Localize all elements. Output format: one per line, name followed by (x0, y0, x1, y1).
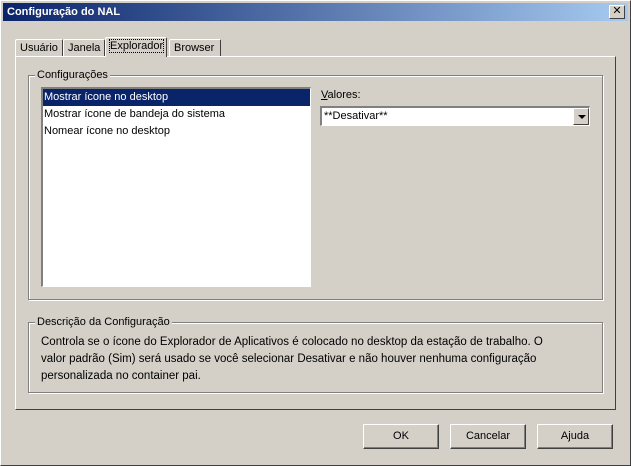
values-label-text: alores: (327, 89, 361, 101)
close-button[interactable]: ✕ (609, 5, 625, 19)
title-bar: Configuração do NAL ✕ (3, 3, 628, 21)
cancel-button[interactable]: Cancelar (450, 424, 526, 449)
tab-label: Browser (174, 42, 215, 54)
help-button[interactable]: Ajuda (537, 424, 613, 449)
tab-label: Explorador (108, 39, 165, 53)
list-item[interactable]: Nomear ícone no desktop (43, 123, 310, 140)
close-icon: ✕ (612, 5, 622, 17)
chevron-down-icon[interactable] (573, 108, 589, 125)
window-title: Configuração do NAL (7, 6, 121, 18)
dialog-window: Configuração do NAL ✕ Usuário Janela Exp… (0, 0, 631, 466)
list-item[interactable]: Mostrar ícone no desktop (43, 89, 310, 106)
settings-listbox[interactable]: Mostrar ícone no desktop Mostrar ícone d… (41, 87, 311, 287)
description-line: valor padrão (Sim) será usado se você se… (41, 353, 537, 365)
tab-janela[interactable]: Janela (63, 39, 105, 56)
tab-explorador[interactable]: Explorador (105, 37, 167, 57)
tab-usuario[interactable]: Usuário (15, 39, 63, 56)
tab-label: Janela (68, 42, 101, 54)
values-dropdown-value: **Desativar** (324, 110, 388, 122)
ok-button[interactable]: OK (363, 424, 439, 449)
settings-group-label: Configurações (35, 68, 110, 82)
values-dropdown[interactable]: **Desativar** (320, 106, 590, 126)
tab-label: Usuário (20, 42, 58, 54)
values-label: Valores: (321, 89, 361, 101)
list-item[interactable]: Mostrar ícone de bandeja do sistema (43, 106, 310, 123)
tab-browser[interactable]: Browser (169, 39, 221, 56)
description-group-label: Descrição da Configuração (35, 315, 172, 329)
description-line: Controla se o ícone do Explorador de Apl… (41, 336, 543, 348)
description-text: Controla se o ícone do Explorador de Apl… (41, 334, 591, 385)
description-line: personalizada no container pai. (41, 370, 201, 382)
